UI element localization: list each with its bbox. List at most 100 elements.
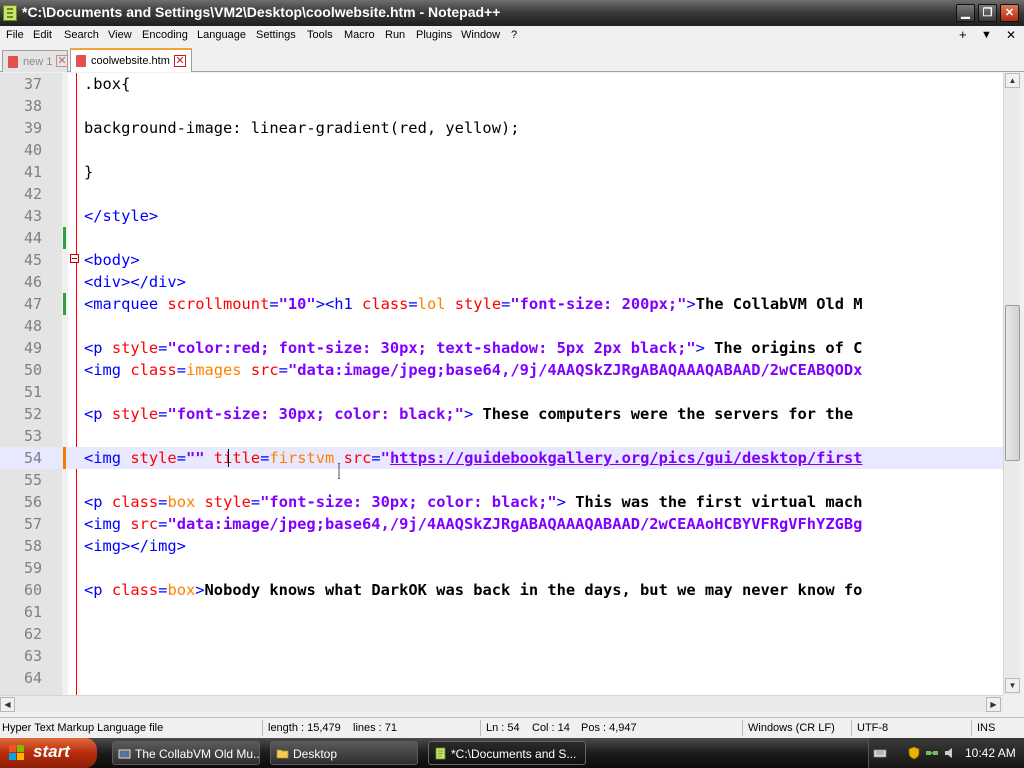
line-number: 47: [23, 295, 42, 313]
code-line[interactable]: 41}: [0, 161, 1003, 183]
notepadpp-app-icon[interactable]: [3, 5, 17, 21]
unsaved-file-icon: [8, 56, 18, 68]
code-line[interactable]: 55: [0, 469, 1003, 491]
maximize-button[interactable]: ❐: [978, 4, 997, 22]
code-line[interactable]: 42: [0, 183, 1003, 205]
code-line[interactable]: 39 background-image: linear-gradient(red,…: [0, 117, 1003, 139]
line-number: 54: [23, 449, 42, 467]
code-line[interactable]: 58 <img></img>: [0, 535, 1003, 557]
menu-view[interactable]: View: [108, 29, 132, 41]
code-line[interactable]: 50 <img class=images src="data:image/jpeg…: [0, 359, 1003, 381]
status-position: Pos : 4,947: [581, 722, 637, 734]
menu-settings[interactable]: Settings: [256, 29, 296, 41]
close-document-icon[interactable]: ✕: [1006, 28, 1016, 42]
code-line[interactable]: 60 <p class=box>Nobody knows what DarkOK …: [0, 579, 1003, 601]
tab-coolwebsite-htm[interactable]: coolwebsite.htm ✕: [70, 48, 192, 72]
horizontal-scrollbar[interactable]: ◀ ▶: [0, 695, 1003, 712]
menu-plugins[interactable]: Plugins: [416, 29, 452, 41]
code-line[interactable]: 40: [0, 139, 1003, 161]
title-bar[interactable]: *C:\Documents and Settings\VM2\Desktop\c…: [0, 0, 1024, 26]
windows-logo-icon: [9, 745, 25, 761]
menu-encoding[interactable]: Encoding: [142, 29, 188, 41]
taskbar-item-notepadpp[interactable]: *C:\Documents and S...: [428, 741, 586, 765]
clock[interactable]: 10:42 AM: [965, 746, 1016, 760]
close-button[interactable]: ✕: [1000, 4, 1019, 22]
menu-macro[interactable]: Macro: [344, 29, 375, 41]
code-text: .box{: [84, 73, 130, 95]
menu-tools[interactable]: Tools: [307, 29, 333, 41]
code-token: This was the first virtual mach: [565, 493, 863, 511]
line-number: 55: [23, 471, 42, 489]
line-number: 62: [23, 625, 42, 643]
line-number: 63: [23, 647, 42, 665]
code-line[interactable]: 46 <div></div>: [0, 271, 1003, 293]
fold-collapse-icon[interactable]: [70, 254, 79, 263]
taskbar-item-collabvm[interactable]: The CollabVM Old Mu...: [112, 741, 260, 765]
vertical-scrollbar[interactable]: ▲ ▼: [1003, 73, 1020, 695]
code-token: images: [185, 361, 242, 379]
menu-language[interactable]: Language: [197, 29, 246, 41]
code-text: <img class=images src="data:image/jpeg;b…: [84, 359, 862, 381]
code-line[interactable]: 63: [0, 645, 1003, 667]
scroll-right-icon[interactable]: ▶: [986, 697, 1001, 712]
code-line[interactable]: 49 <p style="color:red; font-size: 30px; …: [0, 337, 1003, 359]
code-line[interactable]: 37 .box{: [0, 73, 1003, 95]
new-tab-plus-icon[interactable]: +: [959, 27, 967, 42]
code-token: =: [176, 449, 186, 467]
line-number: 61: [23, 603, 42, 621]
code-token: style: [454, 295, 502, 313]
code-line[interactable]: 57 <img src="data:image/jpeg;base64,/9j/4…: [0, 513, 1003, 535]
menu-search[interactable]: Search: [64, 29, 99, 41]
code-line[interactable]: 54 <img style="" title=firstvm src="https…: [0, 447, 1003, 469]
code-token: class: [111, 581, 159, 599]
tab-new-1[interactable]: new 1 ✕: [2, 50, 68, 72]
code-line[interactable]: 64: [0, 667, 1003, 689]
tab-list-dropdown-icon[interactable]: ▼: [981, 29, 992, 41]
code-line[interactable]: 48: [0, 315, 1003, 337]
code-editor[interactable]: 37 .box{ 38 39 background-image: linear-grad…: [0, 73, 1003, 695]
menu-help[interactable]: ?: [511, 29, 517, 41]
menu-edit[interactable]: Edit: [33, 29, 52, 41]
code-line[interactable]: 62: [0, 623, 1003, 645]
code-line[interactable]: 44: [0, 227, 1003, 249]
menu-window[interactable]: Window: [461, 29, 500, 41]
code-line[interactable]: 51: [0, 381, 1003, 403]
status-eol[interactable]: Windows (CR LF): [748, 722, 835, 734]
menu-file[interactable]: File: [6, 29, 24, 41]
code-token: https://guidebookgallery.org/pics/gui/de…: [389, 449, 863, 467]
code-line[interactable]: 43 </style>: [0, 205, 1003, 227]
tab-close-icon[interactable]: ✕: [174, 55, 186, 67]
start-label: start: [33, 742, 70, 761]
volume-speaker-icon[interactable]: [943, 746, 957, 760]
code-line[interactable]: 52 <p style="font-size: 30px; color: blac…: [0, 403, 1003, 425]
line-number: 58: [23, 537, 42, 555]
code-line[interactable]: 59: [0, 557, 1003, 579]
security-shield-icon[interactable]: [907, 746, 921, 760]
code-line[interactable]: 45 <body>: [0, 249, 1003, 271]
code-line[interactable]: 53: [0, 425, 1003, 447]
code-token: class: [362, 295, 409, 313]
unsaved-file-icon: [76, 55, 86, 67]
code-line[interactable]: 61: [0, 601, 1003, 623]
code-line[interactable]: 38: [0, 95, 1003, 117]
code-token: <p: [84, 405, 112, 423]
code-token: }: [84, 163, 94, 181]
scroll-up-icon[interactable]: ▲: [1005, 73, 1020, 88]
code-line[interactable]: 56 <p class=box style="font-size: 30px; c…: [0, 491, 1003, 513]
status-file-type: Hyper Text Markup Language file: [2, 722, 164, 734]
menu-run[interactable]: Run: [385, 29, 405, 41]
code-token: lol: [417, 295, 446, 313]
keyboard-icon[interactable]: [873, 746, 887, 760]
minimize-button[interactable]: ▁: [956, 4, 975, 22]
code-line[interactable]: 47 <marquee scrollmount="10"><h1 class=lo…: [0, 293, 1003, 315]
taskbar-item-desktop[interactable]: Desktop: [270, 741, 418, 765]
scroll-down-icon[interactable]: ▼: [1005, 678, 1020, 693]
vertical-scroll-thumb[interactable]: [1005, 305, 1020, 461]
start-button[interactable]: start: [0, 738, 97, 768]
status-insert-mode[interactable]: INS: [977, 722, 995, 734]
line-number: 38: [23, 97, 42, 115]
scroll-left-icon[interactable]: ◀: [0, 697, 15, 712]
network-connection-icon[interactable]: [925, 746, 939, 760]
status-encoding[interactable]: UTF-8: [857, 722, 888, 734]
tab-close-icon[interactable]: ✕: [56, 55, 68, 67]
